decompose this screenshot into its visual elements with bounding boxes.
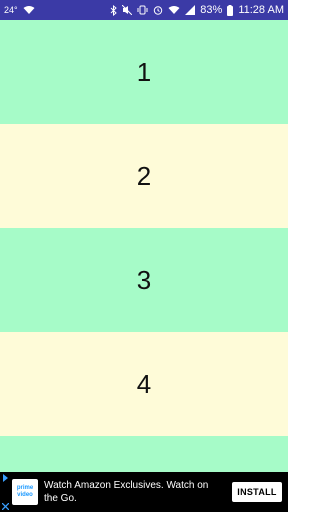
list-item[interactable]: 4 [0,332,288,436]
list-item[interactable]: 3 [0,228,288,332]
temperature-text: 24° [4,5,18,15]
prime-video-logo[interactable]: prime video [12,479,38,505]
ad-text[interactable]: Watch Amazon Exclusives. Watch on the Go… [38,479,232,505]
status-bar: 24° 83% 11:28 AM [0,0,288,20]
logo-line-1: prime [16,485,34,491]
battery-icon [227,4,234,16]
ad-info [0,472,10,512]
list-item[interactable]: 2 [0,124,288,228]
wifi-icon [23,5,35,15]
alarm-icon [153,5,163,15]
list-item[interactable] [0,436,288,472]
list-item-label: 1 [136,56,152,87]
mute-icon [122,5,133,15]
list-item-label: 2 [136,160,152,191]
list-item[interactable]: 1 [0,20,288,124]
bluetooth-icon [110,4,118,16]
list-item-label: 4 [136,368,152,399]
status-left: 24° [4,5,35,15]
cell-signal-icon [185,5,196,15]
battery-percent-text: 83% [200,4,223,16]
numbered-list: 1 2 3 4 [0,20,288,472]
clock-text: 11:28 AM [238,4,284,16]
ad-choices-icon[interactable] [2,474,9,482]
install-button[interactable]: INSTALL [232,482,282,502]
status-right: 83% 11:28 AM [110,4,284,16]
close-icon[interactable] [1,503,9,510]
list-item-label: 3 [136,264,152,295]
wifi-signal-icon [168,5,180,15]
logo-line-2: video [17,492,33,498]
ad-banner[interactable]: prime video Watch Amazon Exclusives. Wat… [0,472,288,512]
vibrate-icon [137,5,148,15]
